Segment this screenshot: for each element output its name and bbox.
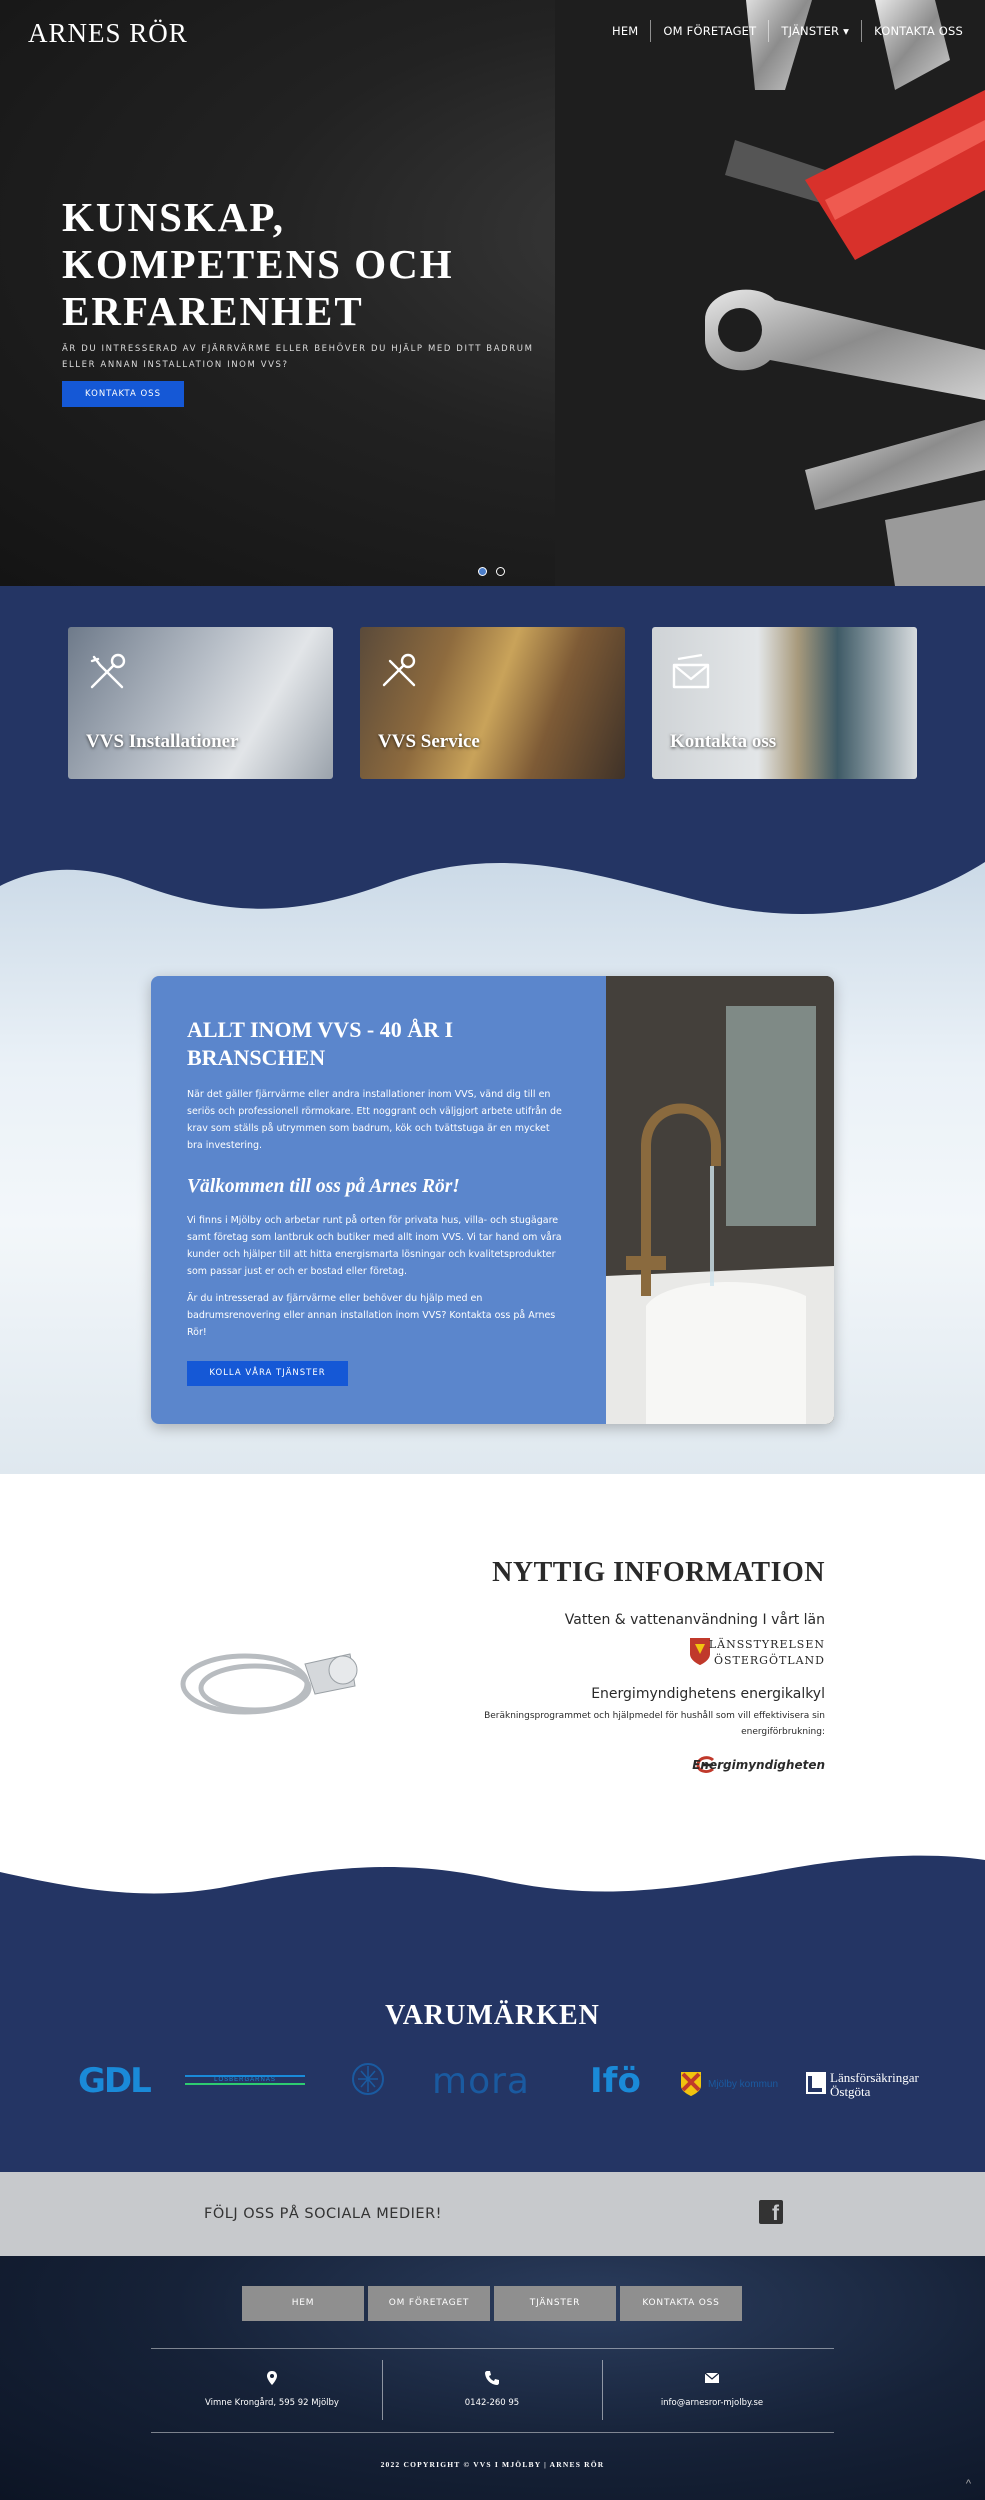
brands-title: VARUMÄRKEN <box>385 2000 600 2031</box>
hero-section: ARNES RÖR HEM OM FÖRETAGET TJÄNSTER ▾ KO… <box>0 0 985 586</box>
service-card-title: Kontakta oss <box>670 731 777 752</box>
footer-email-text: info@arnesror-mjolby.se <box>660 2398 764 2408</box>
brand-logo-lansforsakringar[interactable]: Länsförsäkringar Östgöta <box>806 2061 926 2101</box>
about-box: ALLT INOM VVS - 40 ÅR I BRANSCHEN När de… <box>151 976 834 1424</box>
envelope-icon <box>672 653 710 689</box>
nav-item-om-foretaget[interactable]: OM FÖRETAGET <box>650 20 768 42</box>
footer-nav-kontakta-oss[interactable]: KONTAKTA OSS <box>620 2286 742 2321</box>
footer-address-text: Vimne Krongård, 595 92 Mjölby <box>205 2398 339 2408</box>
copyright: 2022 COPYRIGHT © VVS I MJÖLBY | ARNES RÖ… <box>380 2460 605 2469</box>
slider-dot-1[interactable] <box>478 567 487 576</box>
envelope-icon <box>704 2372 720 2383</box>
service-card-installationer[interactable]: VVS Installationer <box>68 627 333 779</box>
lansstyrelsen-logo[interactable]: LÄNSSTYRELSEN ÖSTERGÖTLAND <box>685 1634 825 1670</box>
service-card-kontakta[interactable]: Kontakta oss <box>652 627 917 779</box>
map-pin-icon <box>267 2371 277 2385</box>
footer-nav-tjanster[interactable]: TJÄNSTER <box>494 2286 616 2321</box>
main-nav: HEM OM FÖRETAGET TJÄNSTER ▾ KONTAKTA OSS <box>600 20 975 42</box>
nav-item-kontakta-oss[interactable]: KONTAKTA OSS <box>861 20 975 42</box>
about-text-panel: ALLT INOM VVS - 40 ÅR I BRANSCHEN När de… <box>151 976 606 1424</box>
energimyndigheten-text: Energimyndigheten <box>692 1758 825 1772</box>
service-card-service[interactable]: VVS Service <box>360 627 625 779</box>
lansstyrelsen-line-1: LÄNSSTYRELSEN <box>708 1638 825 1651</box>
lansstyrelsen-line-2: ÖSTERGÖTLAND <box>713 1654 825 1667</box>
hero-contact-button[interactable]: KONTAKTA OSS <box>62 381 184 407</box>
brand-logo-ifo[interactable]: Ifö <box>590 2061 650 2101</box>
brand-logo-emblem[interactable] <box>350 2061 386 2101</box>
footer-phone-text: 0142-260 95 <box>464 2398 520 2408</box>
shower-hose-image <box>180 1653 358 1715</box>
hero-title: KUNSKAP, KOMPETENS OCH ERFARENHET <box>62 194 454 334</box>
footer-divider <box>151 2432 834 2433</box>
lansstyrelsen-crest-icon <box>690 1638 710 1665</box>
wrench-screwdriver-icon <box>382 653 416 687</box>
service-card-title: VVS Service <box>378 731 480 752</box>
welcome-heading: Välkommen till oss på Arnes Rör! <box>187 1176 460 1197</box>
footer-phone[interactable]: 0142-260 95 <box>382 2360 602 2420</box>
services-section: VVS Installationer VVS Service Kontakta … <box>0 586 985 876</box>
energimyndigheten-logo[interactable]: Energimyndigheten <box>685 1754 825 1776</box>
footer-nav-om-foretaget[interactable]: OM FÖRETAGET <box>368 2286 490 2321</box>
footer-nav: HEM OM FÖRETAGET TJÄNSTER KONTAKTA OSS <box>242 2286 742 2321</box>
nav-item-hem[interactable]: HEM <box>600 20 650 42</box>
about-title: ALLT INOM VVS - 40 ÅR I BRANSCHEN <box>187 1017 454 1070</box>
footer-address: Vimne Krongård, 595 92 Mjölby <box>162 2360 382 2420</box>
tools-icon <box>90 653 126 689</box>
slider-dot-2[interactable] <box>496 567 505 576</box>
services-button[interactable]: KOLLA VÅRA TJÄNSTER <box>187 1361 348 1386</box>
energy-text: Beräkningsprogrammet och hjälpmedel för … <box>484 1711 825 1737</box>
mjolby-crest-icon <box>681 2072 701 2096</box>
hero-subtitle: ÄR DU INTRESSERAD AV FJÄRRVÄRME ELLER BE… <box>62 344 534 370</box>
brands-section: VARUMÄRKEN GDL LÖSBERGARNAS mora Ifö Mjö… <box>0 1830 985 2172</box>
about-paragraph-3: Är du intresserad av fjärrvärme eller be… <box>187 1293 556 1338</box>
slider-dots <box>478 567 505 576</box>
back-to-top-icon[interactable]: ^ <box>966 2478 971 2490</box>
social-text: FÖLJ OSS PÅ SOCIALA MEDIER! <box>204 2206 442 2222</box>
water-heading[interactable]: Vatten & vattenanvändning I vårt län <box>565 1612 825 1628</box>
about-section: ALLT INOM VVS - 40 ÅR I BRANSCHEN När de… <box>0 846 985 1474</box>
brand-logo-gdl[interactable]: GDL <box>78 2061 168 2101</box>
brand-logo-mjolby-kommun[interactable]: Mjölby kommun <box>680 2061 800 2101</box>
nav-item-tjanster[interactable]: TJÄNSTER ▾ <box>768 20 861 42</box>
energy-heading[interactable]: Energimyndighetens energikalkyl <box>591 1686 825 1702</box>
wave-divider <box>0 846 985 915</box>
lansforsakringar-icon <box>806 2072 826 2094</box>
brand-emblem-icon <box>352 2063 384 2095</box>
phone-icon <box>485 2371 499 2385</box>
footer-email[interactable]: info@arnesror-mjolby.se <box>602 2360 822 2420</box>
wrenches-image <box>555 0 985 586</box>
about-paragraph-2: Vi finns i Mjölby och arbetar runt på or… <box>187 1215 562 1277</box>
brand-logo-losbergarnas[interactable]: LÖSBERGARNAS <box>185 2061 305 2101</box>
site-logo[interactable]: ARNES RÖR <box>28 18 188 49</box>
facebook-icon[interactable]: f <box>759 2200 783 2225</box>
footer: HEM OM FÖRETAGET TJÄNSTER KONTAKTA OSS V… <box>0 2256 985 2500</box>
social-section: FÖLJ OSS PÅ SOCIALA MEDIER! f <box>0 2172 985 2256</box>
about-paragraph-1: När det gäller fjärrvärme eller andra in… <box>187 1089 562 1151</box>
info-title: NYTTIG INFORMATION <box>492 1557 825 1588</box>
service-card-title: VVS Installationer <box>86 731 239 752</box>
brand-logo-mora[interactable]: mora <box>432 2061 552 2102</box>
footer-divider <box>151 2348 834 2349</box>
faucet-image <box>606 976 834 1424</box>
footer-nav-hem[interactable]: HEM <box>242 2286 364 2321</box>
